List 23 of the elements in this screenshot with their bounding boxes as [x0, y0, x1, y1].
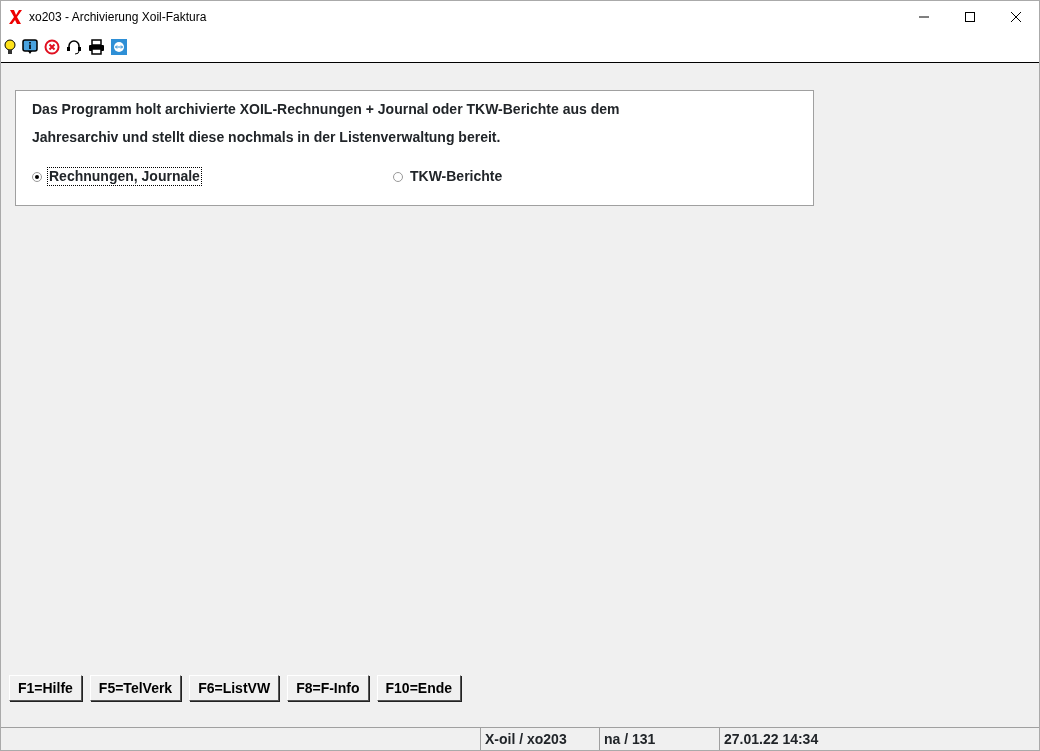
radio-label[interactable]: TKW-Berichte	[408, 167, 505, 186]
radio-button[interactable]	[32, 171, 42, 182]
function-key-button[interactable]: F5=TelVerk	[89, 675, 182, 701]
app-logo-icon	[9, 8, 23, 25]
headset-icon[interactable]	[66, 39, 82, 55]
function-key-button[interactable]: F10=Ende	[376, 675, 462, 701]
status-cell: 27.01.22 14:34	[719, 728, 1029, 750]
function-key-button[interactable]: F8=F-Info	[287, 675, 369, 701]
remote-support-icon[interactable]	[111, 39, 127, 55]
lightbulb-icon[interactable]	[4, 39, 16, 55]
printer-icon[interactable]	[88, 39, 105, 55]
status-cell: na / 131	[599, 728, 719, 750]
radio-button[interactable]	[393, 171, 403, 182]
status-cell: X-oil / xo203	[480, 728, 599, 750]
description-text: Das Programm holt archivierte XOIL-Rechnungen + Journal oder TKW-Berichte aus dem Jahresarchiv und stellt diese nochmals in der Listenverwaltung bereit.	[32, 100, 621, 147]
radio-label[interactable]: Rechnungen, Journale	[47, 167, 202, 186]
cancel-icon[interactable]	[44, 39, 60, 55]
window-title: xo203 - Archivierung Xoil-Faktura	[29, 8, 207, 26]
function-key-button[interactable]: F1=Hilfe	[9, 675, 82, 701]
info-icon[interactable]	[22, 39, 38, 55]
close-icon[interactable]	[1011, 11, 1021, 22]
maximize-icon[interactable]	[965, 11, 975, 22]
function-key-button[interactable]: F6=ListVW	[189, 675, 280, 701]
